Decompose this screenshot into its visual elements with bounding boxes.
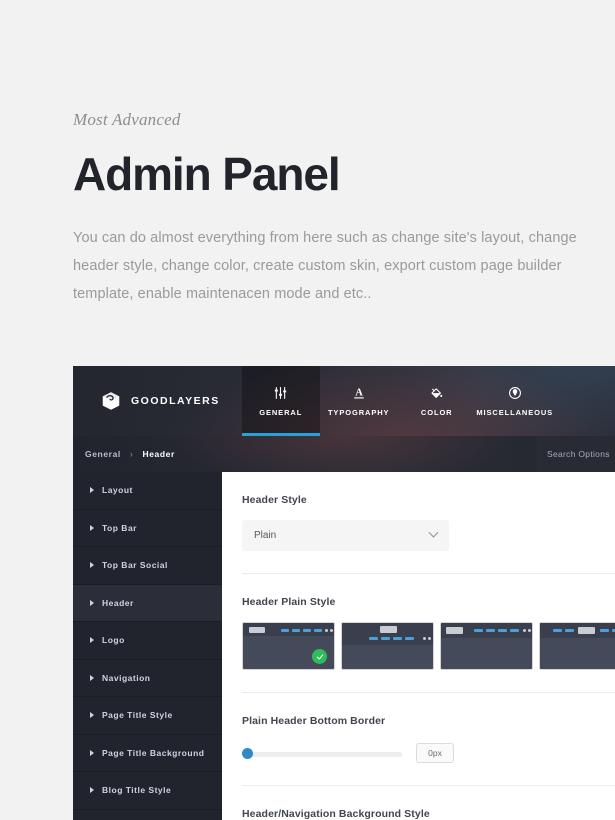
sidebar-item-label: Top Bar [102,523,137,533]
paint-bucket-icon [429,385,444,401]
sidebar-item-navigation[interactable]: Navigation [73,660,222,698]
brand: GOODLAYERS [73,366,242,436]
caret-right-icon [90,787,94,793]
breadcrumb-parent[interactable]: General [85,449,121,459]
breadcrumb: General › Header [73,449,175,459]
svg-text:A: A [355,388,363,399]
hero-eyebrow: Most Advanced [73,110,615,130]
caret-right-icon [90,675,94,681]
header-style-value: Plain [254,530,430,541]
header-style-thumb-logo-left-nav-right[interactable] [242,622,335,670]
search-options-input[interactable]: Search Options [537,436,615,472]
border-slider[interactable] [242,750,402,757]
compass-icon [508,385,522,401]
tab-general-label: GENERAL [259,408,302,417]
header-style-label: Header Style [242,494,615,506]
letter-a-icon: A [352,385,366,401]
panel-body: Layout Top Bar Top Bar Social Header Log… [73,472,615,820]
sidebar-item-label: Top Bar Social [102,560,168,570]
sidebar-item-blog-title-style[interactable]: Blog Title Style [73,772,222,810]
sidebar-item-label: Navigation [102,673,150,683]
panel-top-bar: GOODLAYERS GENERAL [73,366,615,436]
sidebar-item-label: Layout [102,485,133,495]
caret-right-icon [90,562,94,568]
page-title: Admin Panel [73,150,615,198]
hero-description: You can do almost everything from here s… [73,224,585,308]
header-plain-style-label: Header Plain Style [242,596,615,608]
hero-section: Most Advanced Admin Panel You can do alm… [0,0,615,308]
caret-right-icon [90,637,94,643]
sidebar-item-layout[interactable]: Layout [73,472,222,510]
tab-color-label: COLOR [421,408,453,417]
sidebar-item-top-bar-social[interactable]: Top Bar Social [73,547,222,585]
caret-right-icon [90,600,94,606]
sidebar-item-page-title-style[interactable]: Page Title Style [73,697,222,735]
sliders-icon [273,385,288,401]
search-options-label: Search Options [547,449,610,459]
caret-right-icon [90,525,94,531]
sidebar-item-label: Page Title Background [102,748,204,758]
sidebar-item-logo[interactable]: Logo [73,622,222,660]
border-slider-row: 0px [242,743,615,763]
header-style-thumb-logo-left-nav-center[interactable] [440,622,533,670]
caret-right-icon [90,750,94,756]
tab-miscellaneous-label: MISCELLANEOUS [476,408,553,417]
sidebar-item-label: Blog Title Style [102,785,171,795]
header-style-select[interactable]: Plain [242,520,449,551]
field-header-nav-background-style: Header/Navigation Background Style [222,786,615,820]
sidebar-item-header[interactable]: Header [73,585,222,623]
border-value-field[interactable]: 0px [416,743,454,763]
tab-typography[interactable]: A TYPOGRAPHY [320,366,398,436]
tab-general[interactable]: GENERAL [242,366,320,436]
border-value: 0px [428,748,442,758]
header-plain-style-options [242,622,615,670]
brand-name: GOODLAYERS [131,395,220,407]
chevron-right-icon: › [130,449,134,459]
header-style-thumb-nav-split-logo-center[interactable] [539,622,615,670]
field-plain-header-bottom-border: Plain Header Bottom Border 0px [222,693,615,786]
chevron-down-icon [429,528,439,538]
slider-track [242,752,402,757]
field-header-style: Header Style Plain [222,472,615,574]
breadcrumb-current: Header [142,449,174,459]
header-nav-background-style-label: Header/Navigation Background Style [242,808,615,820]
header-style-thumb-logo-center-nav-below[interactable] [341,622,434,670]
field-header-plain-style: Header Plain Style [222,574,615,693]
panel-tabs: GENERAL A TYPOGRAPHY [242,366,554,436]
sidebar-item-top-bar[interactable]: Top Bar [73,510,222,548]
selected-check-icon [312,649,327,664]
cube-logo-icon [100,390,122,412]
sidebar-item-page-title-background[interactable]: Page Title Background [73,735,222,773]
tab-color[interactable]: COLOR [398,366,476,436]
sidebar: Layout Top Bar Top Bar Social Header Log… [73,472,222,820]
caret-right-icon [90,487,94,493]
sidebar-item-label: Header [102,598,134,608]
slider-knob[interactable] [242,748,253,759]
sidebar-item-label: Logo [102,635,125,645]
sidebar-item-label: Page Title Style [102,710,173,720]
plain-header-bottom-border-label: Plain Header Bottom Border [242,715,615,727]
admin-panel-window: GOODLAYERS GENERAL [73,366,615,820]
tab-typography-label: TYPOGRAPHY [328,408,390,417]
settings-content: Header Style Plain Header Plain Style [222,472,615,820]
tab-miscellaneous[interactable]: MISCELLANEOUS [476,366,554,436]
caret-right-icon [90,712,94,718]
breadcrumb-bar: General › Header Search Options [73,436,615,472]
